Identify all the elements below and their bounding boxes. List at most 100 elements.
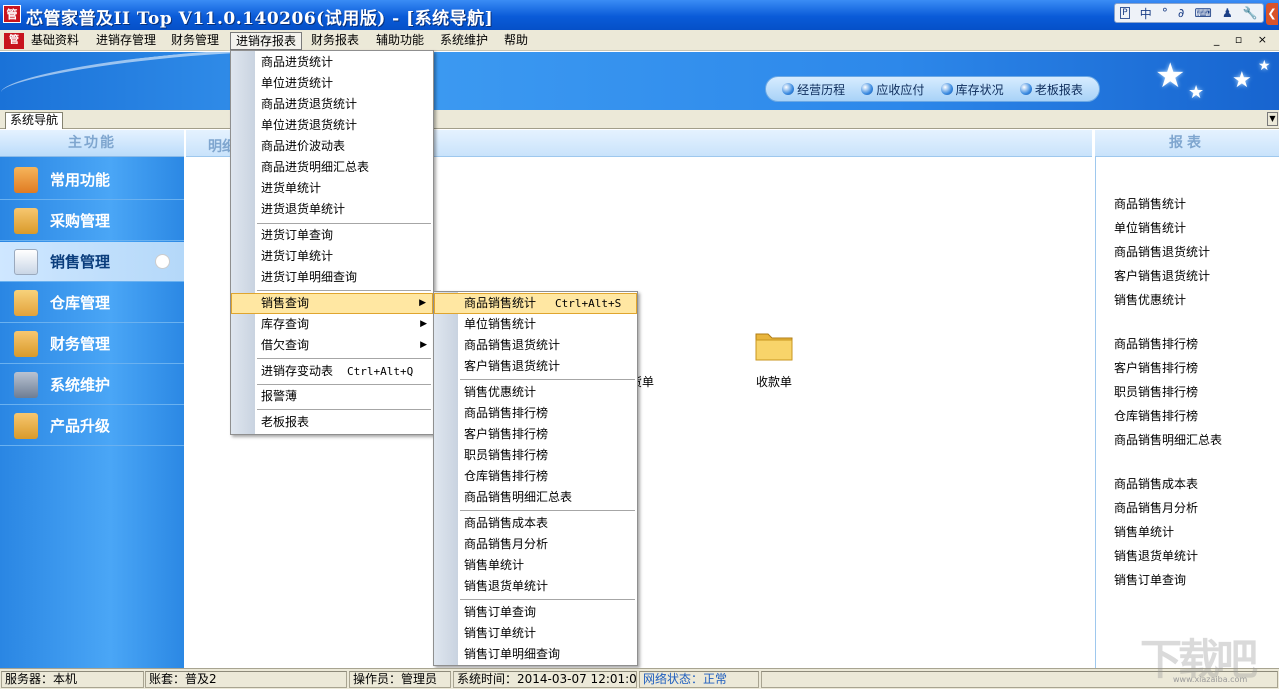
menu-item[interactable]: 销售单统计: [434, 555, 637, 576]
sidebar-item-upgrade[interactable]: 产品升级: [0, 406, 184, 446]
report-link[interactable]: 商品销售月分析: [1114, 499, 1198, 516]
menu-inventory-mgmt[interactable]: 进销存管理: [91, 32, 161, 50]
report-link[interactable]: 客户销售排行榜: [1114, 359, 1198, 376]
report-link[interactable]: 客户销售退货统计: [1114, 267, 1210, 284]
ime-user-icon[interactable]: ♟: [1222, 6, 1233, 20]
menu-item[interactable]: 销售退货单统计: [434, 576, 637, 597]
menu-item[interactable]: 商品进价波动表: [231, 136, 433, 157]
menu-item[interactable]: 商品进货退货统计: [231, 94, 433, 115]
sidebar-item-sales[interactable]: 销售管理: [0, 242, 184, 282]
sidebar-item-finance[interactable]: 财务管理: [0, 324, 184, 364]
menu-item[interactable]: 销售优惠统计: [434, 382, 637, 403]
ime-keyboard-icon[interactable]: ⌨: [1194, 6, 1211, 20]
menu-aux-functions[interactable]: 辅助功能: [371, 32, 429, 50]
menu-item[interactable]: 销售订单明细查询: [434, 644, 637, 665]
sidebar-item-label: 仓库管理: [50, 294, 111, 312]
menu-item[interactable]: 报警薄: [231, 386, 433, 407]
report-link[interactable]: 单位销售统计: [1114, 219, 1186, 236]
menu-item[interactable]: 客户销售退货统计: [434, 356, 637, 377]
ime-chinese-icon[interactable]: 中: [1140, 5, 1152, 22]
sidebar-item-purchase[interactable]: 采购管理: [0, 201, 184, 241]
submenu-arrow-icon: ▶: [420, 340, 427, 350]
menu-separator: [257, 358, 431, 359]
report-link[interactable]: 商品销售明细汇总表: [1114, 431, 1222, 448]
tab-dropdown-icon[interactable]: ▼: [1267, 112, 1278, 126]
menu-item[interactable]: 进货订单查询: [231, 225, 433, 246]
menu-item[interactable]: 职员销售排行榜: [434, 445, 637, 466]
quick-link-stock[interactable]: 库存状况: [940, 81, 1004, 98]
ime-toolbar[interactable]: P 中 ° ∂ ⌨ ♟ 🔧: [1114, 3, 1264, 23]
menu-item-stock-query[interactable]: 库存查询 ▶: [231, 314, 433, 335]
report-link[interactable]: 商品销售退货统计: [1114, 243, 1210, 260]
quick-link-receivables[interactable]: 应收应付: [861, 81, 924, 98]
report-link[interactable]: 商品销售排行榜: [1114, 335, 1198, 352]
menu-item-debt-query[interactable]: 借欠查询 ▶: [231, 335, 433, 356]
quick-link-boss-report[interactable]: 老板报表: [1019, 81, 1083, 98]
sidebar-item-common[interactable]: 常用功能: [0, 160, 184, 200]
ime-settings-icon[interactable]: 🔧: [1243, 6, 1258, 20]
menu-finance-reports[interactable]: 财务报表: [306, 32, 364, 50]
receipt-doc-label[interactable]: 收款单: [756, 373, 792, 390]
menu-item[interactable]: 销售订单统计: [434, 623, 637, 644]
menu-item[interactable]: 单位进货统计: [231, 73, 433, 94]
quick-links-bar: 经营历程 应收应付 库存状况 老板报表: [765, 76, 1100, 102]
menu-item[interactable]: 进货订单统计: [231, 246, 433, 267]
report-link[interactable]: 销售退货单统计: [1114, 547, 1198, 564]
report-link[interactable]: 职员销售排行榜: [1114, 383, 1198, 400]
menu-item[interactable]: 老板报表: [231, 412, 433, 433]
report-link[interactable]: 销售优惠统计: [1114, 291, 1186, 308]
menu-item[interactable]: 商品进货统计: [231, 52, 433, 73]
menu-basic-data[interactable]: 基础资料: [26, 32, 84, 50]
menu-item[interactable]: 单位销售统计: [434, 314, 637, 335]
submenu-arrow-icon: ▶: [419, 298, 426, 308]
menu-item[interactable]: 商品进货明细汇总表: [231, 157, 433, 178]
globe-icon: [1019, 83, 1032, 95]
tab-system-navigation[interactable]: 系统导航: [5, 112, 64, 129]
menu-item[interactable]: 进货单统计: [231, 178, 433, 199]
menu-inventory-reports[interactable]: 进销存报表: [230, 32, 303, 50]
mdi-window-controls[interactable]: _ ▫ ×: [1214, 33, 1273, 46]
menu-separator: [257, 384, 431, 385]
report-link[interactable]: 销售单统计: [1114, 523, 1174, 540]
report-link[interactable]: 仓库销售排行榜: [1114, 407, 1198, 424]
menu-app-icon[interactable]: 管: [4, 33, 24, 49]
report-link[interactable]: 商品销售统计: [1114, 195, 1186, 212]
ime-mode-icon[interactable]: P: [1120, 7, 1130, 19]
menu-help[interactable]: 帮助: [499, 32, 533, 50]
menu-item[interactable]: 进货订单明细查询: [231, 267, 433, 288]
sales-folder-icon: [14, 248, 38, 275]
report-link[interactable]: 销售订单查询: [1114, 571, 1186, 588]
globe-icon: [940, 83, 953, 95]
submenu-arrow-icon: ▶: [420, 319, 427, 329]
banner: 经营历程 应收应付 库存状况 老板报表 ★ ★ ★ ★: [0, 39, 1279, 113]
ime-punct-icon[interactable]: ∂: [1178, 6, 1184, 20]
globe-icon: [782, 83, 795, 95]
menu-item-product-sales-stats[interactable]: 商品销售统计 Ctrl+Alt+S: [434, 293, 637, 314]
sidebar-item-maintenance[interactable]: 系统维护: [0, 365, 184, 405]
menu-system-maintenance[interactable]: 系统维护: [435, 32, 493, 50]
sidebar-item-warehouse[interactable]: 仓库管理: [0, 283, 184, 323]
title-bar: 管 芯管家普及II Top V11.0.140206(试用版) - [系统导航]…: [0, 0, 1279, 30]
menu-item[interactable]: 商品销售成本表: [434, 513, 637, 534]
menu-item-change-table[interactable]: 进销存变动表 Ctrl+Alt+Q: [231, 361, 433, 382]
quick-link-history[interactable]: 经营历程: [782, 81, 845, 98]
menu-finance-mgmt[interactable]: 财务管理: [166, 32, 224, 50]
window-close-icon[interactable]: ❮: [1266, 3, 1278, 25]
menu-item[interactable]: 单位进货退货统计: [231, 115, 433, 136]
folder-icon[interactable]: [754, 328, 794, 362]
selected-indicator-icon: [155, 254, 170, 269]
menu-item-sales-query[interactable]: 销售查询 ▶: [231, 293, 433, 314]
status-bar: 服务器：本机 账套：普及2 操作员：管理员 系统时间：2014-03-07 12…: [0, 668, 1279, 689]
menu-item[interactable]: 客户销售排行榜: [434, 424, 637, 445]
menu-item[interactable]: 商品销售退货统计: [434, 335, 637, 356]
menu-item[interactable]: 商品销售月分析: [434, 534, 637, 555]
menu-item[interactable]: 仓库销售排行榜: [434, 466, 637, 487]
menu-item[interactable]: 进货退货单统计: [231, 199, 433, 220]
ime-moon-icon[interactable]: °: [1162, 6, 1168, 20]
menu-item[interactable]: 商品销售明细汇总表: [434, 487, 637, 508]
menu-shortcut: Ctrl+Alt+Q: [347, 365, 414, 378]
report-link[interactable]: 商品销售成本表: [1114, 475, 1198, 492]
menu-item[interactable]: 销售订单查询: [434, 602, 637, 623]
menu-separator: [460, 379, 635, 380]
menu-item[interactable]: 商品销售排行榜: [434, 403, 637, 424]
